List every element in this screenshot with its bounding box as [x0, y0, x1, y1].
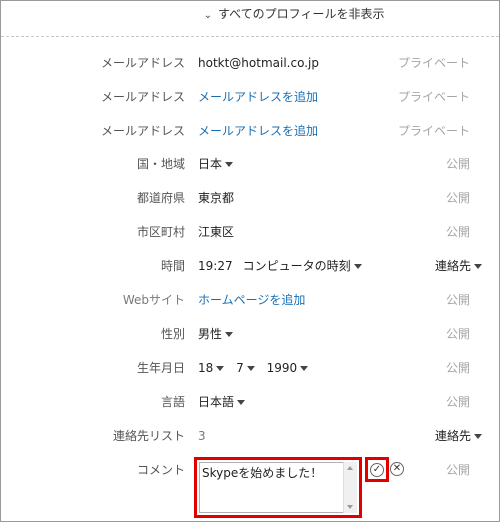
- birthday-selects: 18 7 1990: [198, 358, 309, 378]
- country-value: 日本: [198, 157, 223, 171]
- birthday-label: 生年月日: [136, 361, 185, 375]
- email-row-1: メールアドレス hotkt@hotmail.co.jp プライベート: [1, 53, 500, 73]
- caret-down-icon: [474, 264, 482, 269]
- caret-down-icon: [237, 400, 246, 405]
- birth-month-value: 7: [236, 361, 244, 375]
- email-label: メールアドレス: [100, 56, 185, 70]
- country-label: 国・地域: [136, 157, 185, 171]
- email-row-2: メールアドレス メールアドレスを追加 プライベート: [1, 87, 500, 107]
- email-label: メールアドレス: [100, 90, 185, 104]
- language-privacy: 公開: [445, 395, 470, 409]
- caret-down-icon: [225, 162, 234, 167]
- timezone-dropdown[interactable]: コンピュータの時刻: [243, 259, 362, 273]
- language-label: 言語: [160, 395, 185, 409]
- caret-down-icon: [246, 366, 255, 371]
- birth-day-value: 18: [198, 361, 214, 375]
- language-dropdown[interactable]: 日本語: [198, 392, 246, 412]
- gender-value: 男性: [198, 327, 223, 341]
- comment-label: コメント: [136, 463, 185, 477]
- check-icon[interactable]: ✓: [370, 463, 384, 477]
- profile-panel: ⌄ すべてのプロフィールを非表示 メールアドレス hotkt@hotmail.co…: [0, 0, 500, 522]
- close-icon[interactable]: ✕: [390, 462, 404, 476]
- prefecture-row: 都道府県 東京都 公開: [1, 188, 500, 208]
- gender-label: 性別: [160, 327, 185, 341]
- contact-list-label: 連絡先リスト: [112, 429, 185, 443]
- time-value: 19:27: [198, 259, 233, 273]
- birth-month-dropdown[interactable]: 7: [236, 361, 255, 375]
- birth-year-dropdown[interactable]: 1990: [267, 361, 309, 375]
- website-label: Webサイト: [122, 293, 185, 307]
- caret-down-icon: [216, 366, 225, 371]
- time-value-group: 19:27 コンピュータの時刻: [198, 256, 362, 276]
- comment-scrollbar[interactable]: [343, 462, 357, 513]
- gender-row: 性別 男性 公開: [1, 324, 500, 344]
- contact-list-privacy: 連絡先: [434, 429, 471, 443]
- country-dropdown[interactable]: 日本: [198, 154, 234, 174]
- chevron-down-icon: ⌄: [203, 10, 213, 21]
- confirm-highlight: ✓: [365, 457, 389, 482]
- email-value: hotkt@hotmail.co.jp: [198, 56, 319, 70]
- scroll-up-icon: [347, 466, 353, 470]
- add-homepage-link[interactable]: ホームページを追加: [198, 290, 305, 310]
- birth-day-dropdown[interactable]: 18: [198, 361, 225, 375]
- contact-list-row: 連絡先リスト 3 連絡先: [1, 426, 500, 446]
- gender-privacy: 公開: [445, 327, 470, 341]
- website-privacy: 公開: [445, 293, 470, 307]
- birthday-row: 生年月日 18 7 1990 公開: [1, 358, 500, 378]
- hide-all-profile-toggle[interactable]: ⌄ すべてのプロフィールを非表示: [201, 5, 385, 23]
- add-email-link[interactable]: メールアドレスを追加: [198, 121, 318, 141]
- comment-privacy: 公開: [445, 463, 470, 477]
- birthday-privacy: 公開: [445, 361, 470, 375]
- time-label: 時間: [160, 259, 185, 273]
- hide-all-profile-label: すべてのプロフィールを非表示: [218, 7, 385, 21]
- contact-list-count: 3: [198, 429, 206, 443]
- language-row: 言語 日本語 公開: [1, 392, 500, 412]
- city-privacy: 公開: [445, 225, 470, 239]
- timezone-value: コンピュータの時刻: [242, 259, 351, 273]
- caret-down-icon: [225, 332, 234, 337]
- prefecture-label: 都道府県: [136, 191, 185, 205]
- website-row: Webサイト ホームページを追加 公開: [1, 290, 500, 310]
- email-privacy: プライベート: [397, 56, 470, 70]
- country-row: 国・地域 日本 公開: [1, 154, 500, 174]
- city-label: 市区町村: [136, 225, 185, 239]
- email-label: メールアドレス: [100, 124, 185, 138]
- time-privacy-dropdown[interactable]: 連絡先: [435, 256, 482, 276]
- country-privacy: 公開: [445, 157, 470, 171]
- gender-dropdown[interactable]: 男性: [198, 324, 234, 344]
- caret-down-icon: [474, 434, 482, 439]
- language-value: 日本語: [198, 395, 235, 409]
- email-row-3: メールアドレス メールアドレスを追加 プライベート: [1, 121, 500, 141]
- time-row: 時間 19:27 コンピュータの時刻 連絡先: [1, 256, 500, 276]
- prefecture-value[interactable]: 東京都: [198, 188, 234, 208]
- add-email-link[interactable]: メールアドレスを追加: [198, 87, 318, 107]
- divider: [1, 36, 499, 37]
- caret-down-icon: [300, 366, 309, 371]
- city-value[interactable]: 江東区: [198, 222, 234, 242]
- comment-highlight: Skypeを始めました！: [194, 457, 362, 518]
- prefecture-privacy: 公開: [445, 191, 470, 205]
- email-privacy: プライベート: [397, 90, 470, 104]
- city-row: 市区町村 江東区 公開: [1, 222, 500, 242]
- contact-list-privacy-dropdown[interactable]: 連絡先: [435, 426, 482, 446]
- scroll-down-icon: [347, 505, 353, 509]
- birth-year-value: 1990: [266, 361, 298, 375]
- caret-down-icon: [353, 264, 362, 269]
- comment-textarea[interactable]: Skypeを始めました！: [199, 462, 357, 513]
- time-privacy: 連絡先: [434, 259, 471, 273]
- email-privacy: プライベート: [397, 124, 470, 138]
